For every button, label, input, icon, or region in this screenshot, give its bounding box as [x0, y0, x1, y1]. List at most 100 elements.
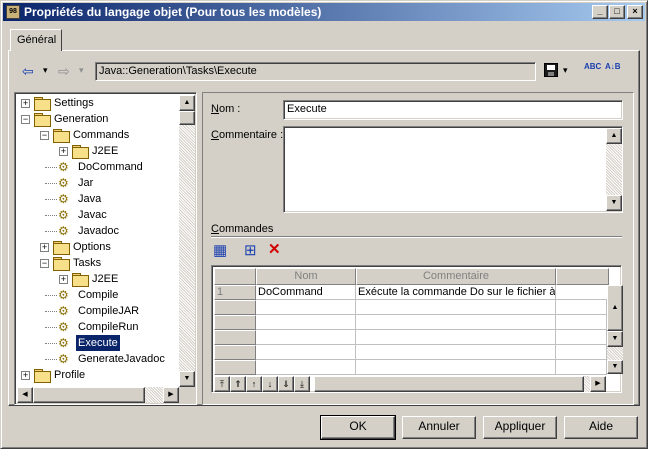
tree-view[interactable]: + Settings − Generation − Commands + J2EE ⚙ DoCom…	[14, 92, 197, 405]
delete-row-icon[interactable]: ✕	[268, 240, 281, 258]
grid-empty-cell[interactable]	[556, 300, 607, 315]
grid-nav-button[interactable]: ⤒	[214, 376, 230, 392]
grid-scroll-bottom-button[interactable]: ▼	[607, 360, 623, 374]
tree-item-compilerun[interactable]: ⚙ CompileRun	[17, 319, 179, 335]
tree-hscroll-thumb[interactable]	[33, 387, 145, 403]
tab-general[interactable]: Général	[10, 29, 62, 51]
grid-scroll-track[interactable]	[607, 347, 623, 360]
grid-cell-extra[interactable]	[556, 285, 609, 300]
save-icon[interactable]	[544, 63, 558, 77]
grid-empty-row-header[interactable]	[214, 300, 256, 315]
nom-input[interactable]: Execute	[283, 100, 623, 120]
grid-empty-cell[interactable]	[356, 300, 556, 315]
save-dropdown-icon[interactable]: ▾	[563, 65, 568, 76]
grid-empty-cell[interactable]	[556, 345, 607, 360]
path-field[interactable]: Java::Generation\Tasks\Execute	[95, 62, 536, 81]
comment-scroll-down-button[interactable]: ▼	[606, 195, 622, 211]
grid-empty-cell[interactable]	[256, 360, 356, 375]
apply-button[interactable]: Appliquer	[483, 416, 557, 439]
grid-empty-row-header[interactable]	[214, 330, 256, 345]
expand-icon[interactable]: +	[21, 371, 30, 380]
tree-item-tasks[interactable]: − Tasks	[17, 255, 179, 271]
grid-empty-cell[interactable]	[256, 345, 356, 360]
comment-scroll-up-button[interactable]: ▲	[606, 128, 622, 144]
forward-arrow-icon[interactable]: ⇨	[58, 63, 70, 80]
tree-scroll-right-button[interactable]: ▶	[163, 387, 179, 403]
tree-item-options[interactable]: + Options	[17, 239, 179, 255]
sort-icon[interactable]: A↓B	[605, 62, 625, 71]
grid-nav-button[interactable]: ⤓	[294, 376, 310, 392]
tree-item-compile[interactable]: ⚙ Compile	[17, 287, 179, 303]
tree-item-compilejar[interactable]: ⚙ CompileJAR	[17, 303, 179, 319]
collapse-icon[interactable]: −	[40, 131, 49, 140]
grid-cell-nom[interactable]: DoCommand	[256, 285, 356, 300]
grid-empty-cell[interactable]	[256, 300, 356, 315]
grid-scroll-down-button[interactable]: ▼	[607, 331, 623, 347]
maximize-button[interactable]: □	[609, 5, 625, 19]
grid-empty-cell[interactable]	[556, 315, 607, 330]
tree-item-javac[interactable]: ⚙ Javac	[17, 207, 179, 223]
expand-icon[interactable]: +	[40, 243, 49, 252]
tree-item-docommand[interactable]: ⚙ DoCommand	[17, 159, 179, 175]
grid-empty-row-header[interactable]	[214, 345, 256, 360]
tree-scroll-down-button[interactable]: ▼	[179, 371, 195, 387]
grid-scroll-up-button[interactable]: ▲	[607, 285, 623, 331]
tree-item-profile[interactable]: + Profile	[17, 367, 179, 383]
grid-empty-cell[interactable]	[356, 360, 556, 375]
back-dropdown-icon[interactable]: ▾	[43, 65, 48, 76]
tree-item-settings[interactable]: + Settings	[17, 95, 179, 111]
tree-item-generatejavadoc[interactable]: ⚙ GenerateJavadoc	[17, 351, 179, 367]
grid-nav-button[interactable]: ⇑	[230, 376, 246, 392]
spell-check-icon[interactable]: ABC	[584, 62, 601, 71]
add-row-icon[interactable]: ⊞	[244, 241, 257, 259]
grid-cell-commentaire[interactable]: Exécute la commande Do sur le fichier à	[356, 285, 556, 300]
grid-empty-cell[interactable]	[356, 330, 556, 345]
grid-empty-cell[interactable]	[556, 360, 607, 375]
tree-item-commands[interactable]: − Commands	[17, 127, 179, 143]
tree-scroll-thumb[interactable]	[179, 111, 195, 125]
tree-scroll-track[interactable]	[179, 111, 195, 371]
grid-nav-button[interactable]: ↓	[262, 376, 278, 392]
expand-icon[interactable]: +	[21, 99, 30, 108]
tree-item-execute[interactable]: ⚙ Execute	[17, 334, 179, 352]
grid-nav-button[interactable]: ⇓	[278, 376, 294, 392]
grid-hscroll-thumb[interactable]	[314, 376, 584, 392]
minimize-button[interactable]: _	[592, 5, 608, 19]
grid-header-nom[interactable]: Nom	[256, 268, 356, 285]
grid-header-commentaire[interactable]: Commentaire	[356, 268, 556, 285]
title-bar[interactable]: 98 Propriétés du langage objet (Pour tou…	[3, 3, 645, 21]
collapse-icon[interactable]: −	[21, 115, 30, 124]
tree-scroll-left-button[interactable]: ◀	[17, 387, 33, 403]
tree-item-javadoc[interactable]: ⚙ Javadoc	[17, 223, 179, 239]
grid-row-index[interactable]: 1	[214, 285, 256, 300]
grid-empty-row-header[interactable]	[214, 360, 256, 375]
ok-button[interactable]: OK	[320, 415, 396, 440]
tree-item-j2ee[interactable]: + J2EE	[17, 271, 179, 287]
tree-scroll-up-button[interactable]: ▲	[179, 95, 195, 111]
tree-connector	[45, 167, 57, 168]
tree-item-j2ee[interactable]: + J2EE	[17, 143, 179, 159]
comment-scroll-track[interactable]	[606, 144, 622, 195]
tree-item-jar[interactable]: ⚙ Jar	[17, 175, 179, 191]
tree-item-java[interactable]: ⚙ Java	[17, 191, 179, 207]
grid-empty-row-header[interactable]	[214, 315, 256, 330]
grid-empty-cell[interactable]	[356, 315, 556, 330]
grid-empty-cell[interactable]	[356, 345, 556, 360]
grid-empty-cell[interactable]	[256, 315, 356, 330]
forward-dropdown-icon[interactable]: ▾	[79, 65, 84, 76]
collapse-icon[interactable]: −	[40, 259, 49, 268]
grid-scroll-right-button[interactable]: ▶	[590, 376, 606, 392]
grid-empty-cell[interactable]	[556, 330, 607, 345]
tree-item-generation[interactable]: − Generation	[17, 111, 179, 127]
grid-nav-button[interactable]: ↑	[246, 376, 262, 392]
properties-icon[interactable]: ▦	[213, 241, 227, 259]
expand-icon[interactable]: +	[59, 275, 68, 284]
grid-empty-cell[interactable]	[256, 330, 356, 345]
commands-grid[interactable]: Nom Commentaire 1 DoCommand Exécute la c…	[211, 265, 623, 393]
commentaire-textarea[interactable]: ▲ ▼	[283, 126, 623, 213]
close-button[interactable]: ×	[627, 5, 643, 19]
back-arrow-icon[interactable]: ⇦	[22, 63, 34, 80]
expand-icon[interactable]: +	[59, 147, 68, 156]
cancel-button[interactable]: Annuler	[402, 416, 476, 439]
help-button[interactable]: Aide	[564, 416, 638, 439]
